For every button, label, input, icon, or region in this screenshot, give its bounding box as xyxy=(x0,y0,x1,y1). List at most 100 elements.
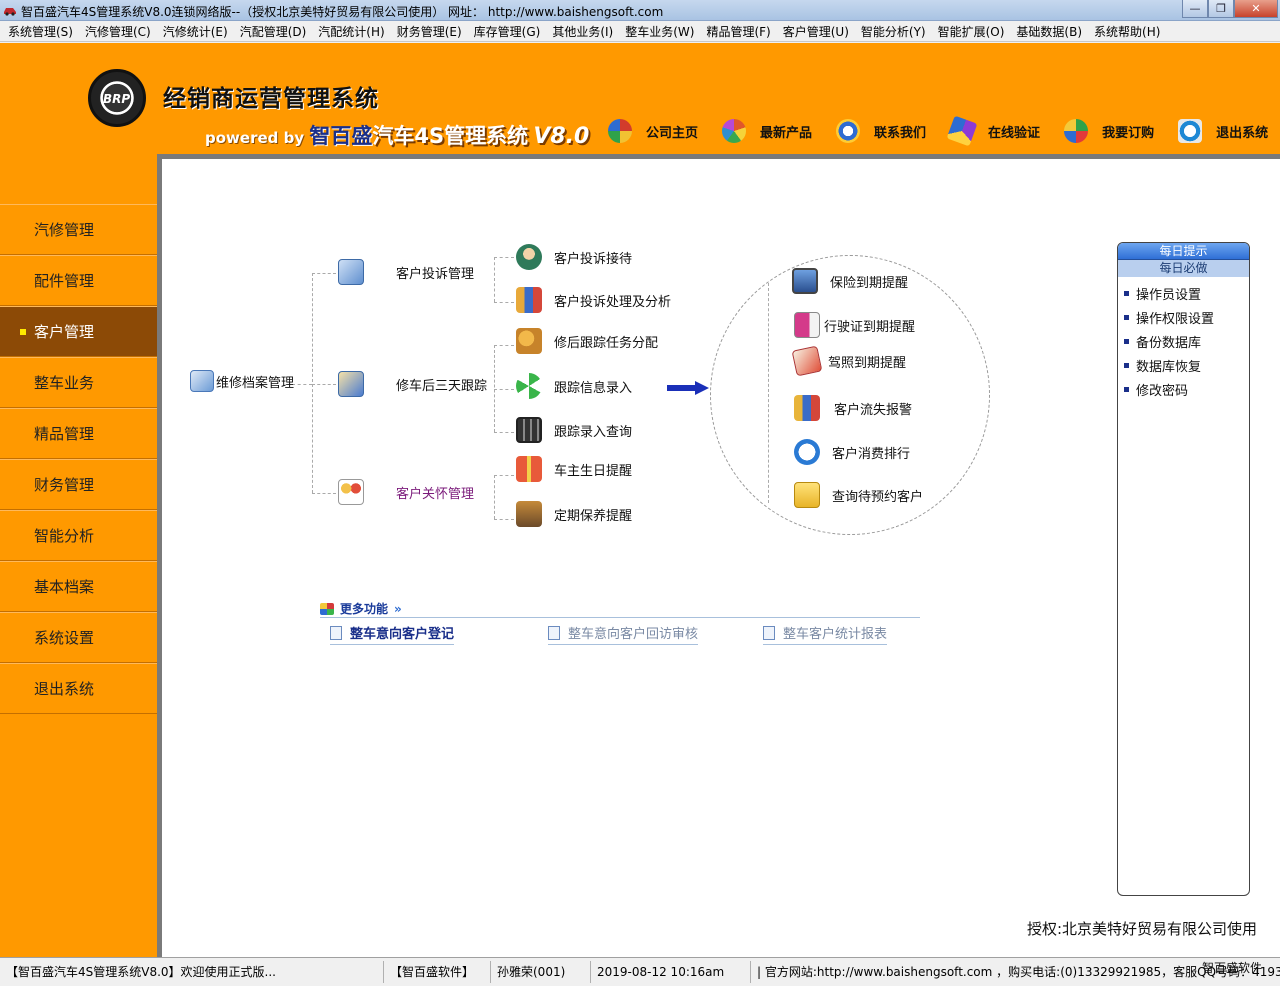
menu-boutique[interactable]: 精品管理(F) xyxy=(701,23,777,40)
menu-customer[interactable]: 客户管理(U) xyxy=(778,23,856,40)
daily-tips-panel: 每日提示 每日必做 操作员设置 操作权限设置 备份数据库 数据库恢复 修改密码 xyxy=(1117,242,1250,896)
link-vehicle-intent-review[interactable]: 整车意向客户回访审核 xyxy=(548,623,699,645)
people-icon xyxy=(338,479,364,505)
menu-vehicle[interactable]: 整车业务(W) xyxy=(620,23,701,40)
nav-exit-system[interactable]: 退出系统 xyxy=(1178,119,1268,143)
more-functions-bar: 更多功能 » xyxy=(320,600,920,618)
flower-icon xyxy=(722,119,747,143)
tip-restore-database[interactable]: 数据库恢复 xyxy=(1124,353,1249,377)
tip-permission-settings[interactable]: 操作权限设置 xyxy=(1124,305,1249,329)
sidebar-item-settings[interactable]: 系统设置 xyxy=(0,612,157,663)
menu-extension[interactable]: 智能扩展(O) xyxy=(933,23,1012,40)
link-vehicle-intent-register[interactable]: 整车意向客户登记 xyxy=(330,623,455,645)
connector xyxy=(312,273,336,274)
brp-logo: BRP xyxy=(88,69,146,127)
status-contact: | 官方网站:http://www.baishengsoft.com ，购买电话… xyxy=(757,965,1280,979)
node-tracking-entry[interactable]: 跟踪信息录入 xyxy=(516,373,632,399)
connector xyxy=(292,384,312,385)
sidebar-item-vehicle[interactable]: 整车业务 xyxy=(0,357,157,408)
more-functions-title[interactable]: 更多功能 » xyxy=(320,600,402,617)
menu-inventory[interactable]: 库存管理(G) xyxy=(469,23,548,40)
node-driver-license-expiry[interactable]: 驾照到期提醒 xyxy=(791,345,906,377)
node-maintenance-reminder[interactable]: 定期保养提醒 xyxy=(516,501,632,527)
connector xyxy=(494,257,495,302)
menu-finance[interactable]: 财务管理(E) xyxy=(392,23,469,40)
node-task-assignment[interactable]: 修后跟踪任务分配 xyxy=(516,328,658,354)
sidebar-item-customer[interactable]: 客户管理 xyxy=(0,306,157,357)
sidebar-item-parts[interactable]: 配件管理 xyxy=(0,255,157,306)
star-icon xyxy=(946,115,978,147)
tip-change-password[interactable]: 修改密码 xyxy=(1124,377,1249,401)
version-label: V8.0 xyxy=(533,124,590,149)
status-datetime: 2019-08-12 10:16am xyxy=(591,961,751,983)
maximize-button[interactable]: ❐ xyxy=(1208,0,1234,18)
sidebar-item-analysis[interactable]: 智能分析 xyxy=(0,510,157,561)
monitor-icon xyxy=(792,268,818,294)
sidebar-item-finance[interactable]: 财务管理 xyxy=(0,459,157,510)
menu-system[interactable]: 系统管理(S) xyxy=(3,23,80,40)
menu-parts[interactable]: 汽配管理(D) xyxy=(235,23,314,40)
minimize-button[interactable]: — xyxy=(1182,0,1208,18)
menu-analysis[interactable]: 智能分析(Y) xyxy=(856,23,933,40)
status-user: 孙雅荣(001) xyxy=(491,961,591,983)
node-complaint-analysis[interactable]: 客户投诉处理及分析 xyxy=(516,287,671,313)
sidebar-item-exit[interactable]: 退出系统 xyxy=(0,663,157,714)
nav-contact-us[interactable]: 联系我们 xyxy=(836,119,926,143)
nav-order[interactable]: 我要订购 xyxy=(1064,119,1154,143)
sidebar-item-basic-archive[interactable]: 基本档案 xyxy=(0,561,157,612)
node-three-day-tracking[interactable]: 修车后三天跟踪 xyxy=(338,371,487,397)
clock-icon xyxy=(794,439,820,465)
menu-parts-stats[interactable]: 汽配统计(H) xyxy=(313,23,391,40)
document-icon xyxy=(548,625,560,640)
mechanic-icon xyxy=(516,501,542,527)
node-customer-care[interactable]: 客户关怀管理 xyxy=(338,479,474,505)
exit-icon xyxy=(1178,119,1203,143)
sidebar-item-boutique[interactable]: 精品管理 xyxy=(0,408,157,459)
content-panel: 维修档案管理 客户投诉管理 修车后三天跟踪 客户关怀管理 客户投诉接待 客户投诉… xyxy=(157,154,1280,957)
brand-name: 智百盛 xyxy=(309,124,373,148)
connector xyxy=(494,345,514,346)
node-consumption-ranking[interactable]: 客户消费排行 xyxy=(794,439,910,465)
tip-operator-settings[interactable]: 操作员设置 xyxy=(1124,281,1249,305)
menu-repair[interactable]: 汽修管理(C) xyxy=(80,23,158,40)
menu-basic-data[interactable]: 基础数据(B) xyxy=(1011,23,1089,40)
nav-company-home[interactable]: 公司主页 xyxy=(608,119,698,143)
window-title: 智百盛汽车4S管理系统V8.0连锁网络版--（授权北京美特好贸易有限公司使用） … xyxy=(21,5,664,19)
connector xyxy=(312,273,313,493)
product-name: 汽车4S管理系统 xyxy=(372,124,529,148)
nav-online-verify[interactable]: 在线验证 xyxy=(946,115,1040,147)
sidebar-item-repair[interactable]: 汽修管理 xyxy=(0,204,157,255)
cart-icon xyxy=(1064,119,1089,143)
app-heading: 经销商运营管理系统 xyxy=(163,85,379,112)
connector xyxy=(494,432,514,433)
node-insurance-expiry[interactable]: 保险到期提醒 xyxy=(792,268,908,294)
car-icon xyxy=(4,8,16,16)
node-tracking-query[interactable]: 跟踪录入查询 xyxy=(516,417,632,443)
nav-new-products[interactable]: 最新产品 xyxy=(722,119,812,143)
node-pending-appointments[interactable]: 查询待预约客户 xyxy=(794,482,923,508)
sidebar: 汽修管理 配件管理 客户管理 整车业务 精品管理 财务管理 智能分析 基本档案 … xyxy=(0,204,157,714)
node-license-expiry[interactable]: 行驶证到期提醒 xyxy=(794,312,915,338)
menu-help[interactable]: 系统帮助(H) xyxy=(1089,23,1167,40)
menu-other[interactable]: 其他业务(I) xyxy=(547,23,620,40)
node-complaint-management[interactable]: 客户投诉管理 xyxy=(338,259,474,285)
window-controls: — ❐ ✕ xyxy=(1182,0,1278,18)
menu-repair-stats[interactable]: 汽修统计(E) xyxy=(158,23,235,40)
folder-icon xyxy=(794,482,820,508)
calculator-icon xyxy=(516,417,542,443)
node-customer-loss-alert[interactable]: 客户流失报警 xyxy=(794,395,912,421)
close-button[interactable]: ✕ xyxy=(1234,0,1278,18)
tip-backup-database[interactable]: 备份数据库 xyxy=(1124,329,1249,353)
connector xyxy=(768,283,769,503)
tools-icon xyxy=(338,371,364,397)
title-bar: 智百盛汽车4S管理系统V8.0连锁网络版--（授权北京美特好贸易有限公司使用） … xyxy=(0,0,1280,21)
connector xyxy=(494,302,514,303)
connector xyxy=(312,493,336,494)
node-complaint-reception[interactable]: 客户投诉接待 xyxy=(516,244,632,270)
team-icon xyxy=(516,287,542,313)
gift-icon xyxy=(516,456,542,482)
link-vehicle-stats-report[interactable]: 整车客户统计报表 xyxy=(763,623,888,645)
node-birthday-reminder[interactable]: 车主生日提醒 xyxy=(516,456,632,482)
node-repair-archive[interactable]: 维修档案管理 xyxy=(190,370,294,392)
document-icon xyxy=(763,625,775,640)
